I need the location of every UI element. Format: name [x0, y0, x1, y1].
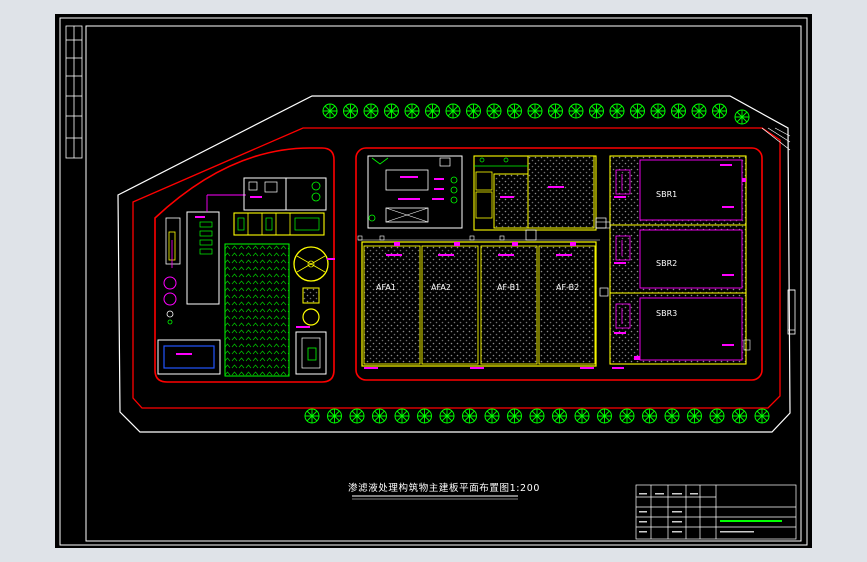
tree-icon — [417, 408, 432, 424]
tank-afa1 — [363, 245, 421, 365]
tree-icon — [439, 408, 455, 424]
tree-icon — [529, 408, 545, 424]
tree-icon — [732, 408, 747, 424]
tree-icon — [445, 103, 461, 119]
tank-afb1 — [480, 245, 538, 365]
tank-afb2 — [538, 245, 596, 365]
tree-icon — [404, 103, 420, 119]
tree-icon — [425, 103, 440, 119]
tree-icon — [609, 103, 625, 119]
tree-icon — [589, 103, 604, 119]
af-tank-row — [357, 235, 609, 367]
tree-icon — [664, 408, 680, 424]
tree-icon — [597, 408, 612, 424]
tree-icon — [642, 408, 657, 424]
tree-icon — [343, 103, 358, 119]
label-afa1: AFA1 — [376, 283, 396, 292]
tree-icon — [327, 408, 342, 424]
tree-icon — [486, 103, 502, 119]
drawing-title: 渗滤液处理构筑物主建板平面布置图1:200 — [348, 482, 540, 494]
tree-icon — [671, 103, 686, 119]
label-sbr3: SBR3 — [656, 309, 677, 318]
tree-icon — [507, 408, 522, 424]
tree-icon — [574, 408, 590, 424]
tree-icon — [712, 103, 727, 119]
tree-icon — [552, 408, 567, 424]
tree-icon — [709, 408, 725, 424]
title-block-highlight — [720, 520, 782, 522]
tree-icon — [691, 103, 707, 119]
tree-icon — [568, 103, 584, 119]
label-afb2: AF-B2 — [556, 283, 579, 292]
tree-icon — [548, 103, 563, 119]
tank-afa2 — [421, 245, 479, 365]
tree-icon — [484, 408, 500, 424]
tree-icon — [507, 103, 522, 119]
label-afb1: AF-B1 — [497, 283, 520, 292]
tank-sbr3 — [639, 297, 743, 361]
tree-icon — [394, 408, 410, 424]
label-afa2: AFA2 — [431, 283, 451, 292]
tree-icon — [466, 103, 481, 119]
cad-drawing-viewport: AFA1 AFA2 AF-B1 AF-B2 SBR1 SBR2 SBR3 渗滤液… — [55, 14, 812, 548]
tree-icon — [304, 408, 320, 424]
tree-icon — [349, 408, 365, 424]
tree-icon — [363, 103, 379, 119]
tree-icon — [527, 103, 543, 119]
label-sbr2: SBR2 — [656, 259, 677, 268]
tree-icon — [462, 408, 477, 424]
tree-icon — [734, 109, 750, 125]
tree-icon — [687, 408, 702, 424]
tree-icon — [372, 408, 387, 424]
tree-icon — [384, 103, 399, 119]
tree-icon — [754, 408, 770, 424]
tree-icon — [650, 103, 666, 119]
tree-icon — [630, 103, 645, 119]
label-sbr1: SBR1 — [656, 190, 677, 199]
tree-icon — [322, 103, 338, 119]
tree-icon — [619, 408, 635, 424]
